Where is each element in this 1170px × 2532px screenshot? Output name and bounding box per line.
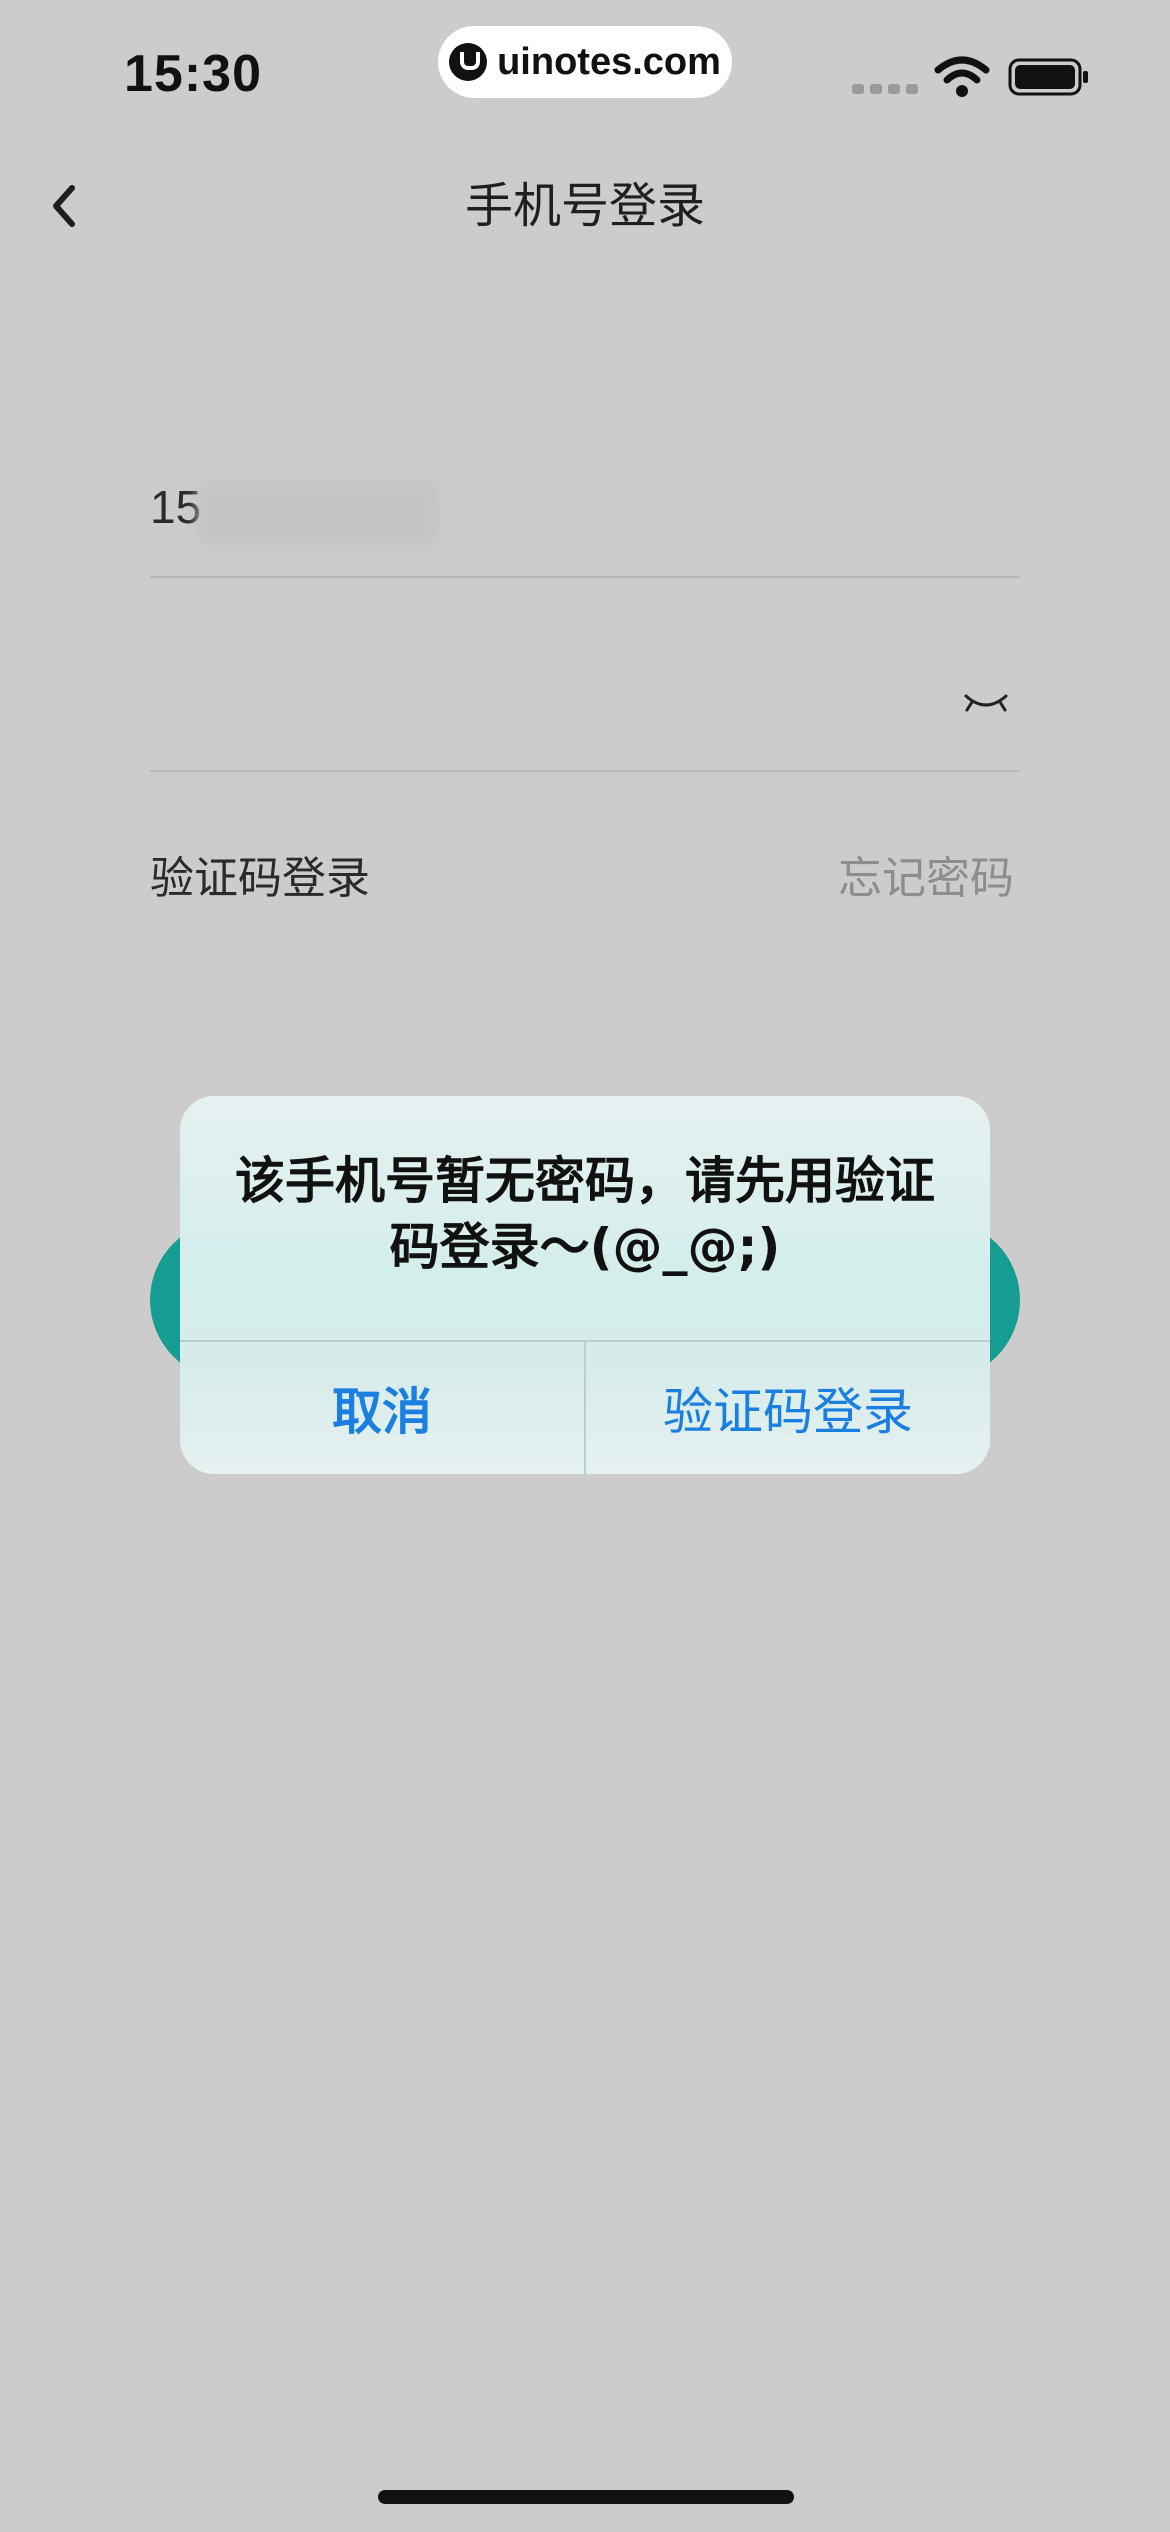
eye-closed-icon[interactable] xyxy=(962,688,1010,720)
code-login-link[interactable]: 验证码登录 xyxy=(150,842,370,906)
phone-field[interactable]: 15 xyxy=(150,460,1020,578)
watermark-badge: uinotes.com xyxy=(438,26,732,98)
signal-dots-icon xyxy=(852,84,918,94)
watermark-logo-icon xyxy=(449,43,488,81)
page-title: 手机号登录 xyxy=(464,178,705,234)
home-indicator[interactable] xyxy=(378,2490,794,2504)
battery-icon xyxy=(1008,58,1088,96)
status-time: 15:30 xyxy=(124,45,262,103)
dialog-message: 该手机号暂无密码，请先用验证码登录～(@_@;) xyxy=(235,1152,935,1276)
phone-redaction xyxy=(198,482,438,546)
alert-dialog: 该手机号暂无密码，请先用验证码登录～(@_@;) 取消 验证码登录 xyxy=(180,1096,990,1474)
wifi-icon xyxy=(934,56,990,97)
dialog-code-login-button[interactable]: 验证码登录 xyxy=(586,1342,990,1474)
dialog-cancel-button[interactable]: 取消 xyxy=(180,1342,584,1474)
watermark-text: uinotes.com xyxy=(497,40,721,83)
forgot-password-link[interactable]: 忘记密码 xyxy=(838,842,1014,906)
password-field[interactable] xyxy=(150,660,1020,772)
phone-input-value[interactable]: 15 xyxy=(150,480,201,534)
